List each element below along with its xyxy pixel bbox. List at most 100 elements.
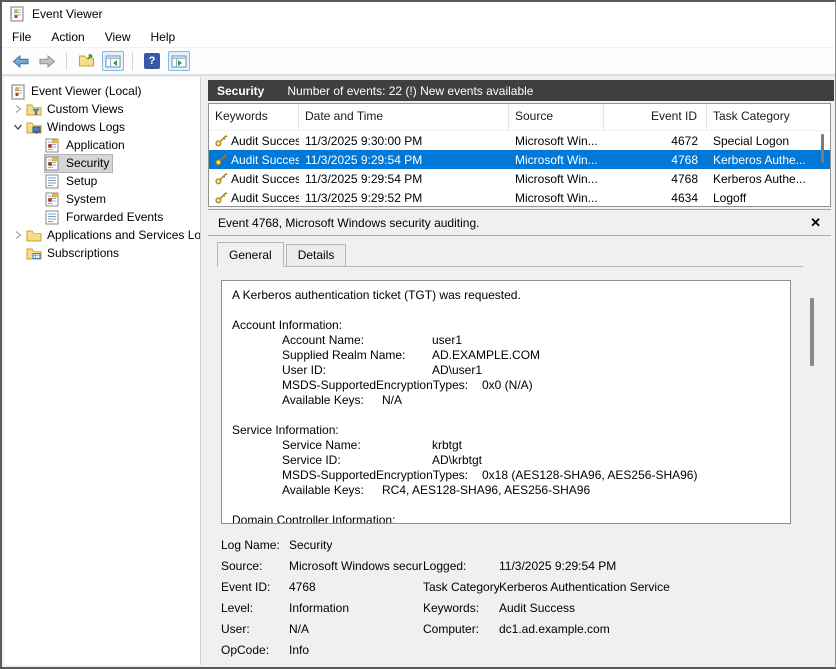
help-icon: ? [144, 53, 160, 69]
tree-item-custom-views[interactable]: Custom Views [4, 100, 200, 118]
detail-title: Event 4768, Microsoft Windows security a… [218, 216, 479, 230]
datetime-cell: 11/3/2025 9:29:52 PM [299, 191, 509, 205]
tree-item-setup[interactable]: Setup [4, 172, 200, 190]
selected-tree-item-highlight: Security [45, 155, 112, 172]
table-row[interactable]: Audit Success 11/3/2025 9:29:52 PM Micro… [209, 188, 830, 207]
open-saved-log-button[interactable] [75, 51, 97, 71]
menu-help[interactable]: Help [141, 30, 186, 44]
log-name-heading: Security [217, 84, 264, 98]
column-header-source[interactable]: Source [509, 104, 604, 130]
tree-splitter[interactable] [201, 77, 208, 665]
tree-item-label: Application [66, 138, 125, 152]
log-pane: Security Number of events: 22 (!) New ev… [208, 77, 834, 665]
custom-views-icon [26, 102, 43, 117]
log-icon [45, 156, 62, 171]
prop-label: Keywords: [423, 601, 499, 615]
prop-value: N/A [289, 622, 423, 636]
audit-success-key-icon [215, 134, 228, 147]
close-icon[interactable]: ✕ [810, 215, 821, 231]
source-cell: Microsoft Win... [509, 172, 604, 186]
main-area: Event Viewer (Local) Custom Views Window… [4, 77, 834, 665]
table-row[interactable]: Audit Success 11/3/2025 9:30:00 PM Micro… [209, 131, 830, 150]
subscriptions-icon [26, 246, 43, 261]
tree-item-label: Custom Views [47, 102, 123, 116]
event-description-text: A Kerberos authentication ticket (TGT) w… [222, 281, 790, 524]
tree-item-forwarded-events[interactable]: Forwarded Events [4, 208, 200, 226]
prop-label: Event ID: [221, 580, 289, 594]
console-tree: Event Viewer (Local) Custom Views Window… [4, 77, 201, 665]
task-category-cell: Kerberos Authe... [707, 172, 830, 186]
column-header-task-category[interactable]: Task Category [707, 104, 830, 130]
event-id-cell: 4634 [604, 191, 707, 205]
prop-value: Audit Success [499, 601, 819, 615]
tree-item-system[interactable]: System [4, 190, 200, 208]
event-properties: Log Name: Security Source: Microsoft Win… [221, 534, 819, 660]
table-row-selected[interactable]: Audit Success 11/3/2025 9:29:54 PM Micro… [209, 150, 830, 169]
column-header-keywords[interactable]: Keywords [209, 104, 299, 130]
menu-file[interactable]: File [2, 30, 41, 44]
log-header-bar: Security Number of events: 22 (!) New ev… [208, 80, 834, 101]
expander-collapsed-icon[interactable] [9, 104, 26, 114]
tree-item-label: Subscriptions [47, 246, 119, 260]
forward-button[interactable] [36, 51, 58, 71]
expander-collapsed-icon[interactable] [9, 230, 26, 240]
detail-header: Event 4768, Microsoft Windows security a… [208, 210, 831, 236]
keywords-cell: Audit Success [231, 134, 299, 148]
toggle-console-tree-button[interactable] [102, 51, 124, 71]
tree-item-application[interactable]: Application [4, 136, 200, 154]
toolbar-separator [66, 52, 67, 70]
source-cell: Microsoft Win... [509, 134, 604, 148]
tree-item-event-viewer-local[interactable]: Event Viewer (Local) [4, 82, 200, 100]
title-bar: Event Viewer [2, 2, 835, 26]
prop-value: Kerberos Authentication Service [499, 580, 819, 594]
tab-details[interactable]: Details [286, 244, 347, 266]
tree-item-label: Setup [66, 174, 97, 188]
back-arrow-icon [12, 55, 29, 68]
expander-expanded-icon[interactable] [9, 122, 26, 132]
column-header-date-time[interactable]: Date and Time [299, 104, 509, 130]
event-viewer-window: Event Viewer File Action View Help ? [0, 0, 836, 669]
menu-action[interactable]: Action [41, 30, 94, 44]
tree-item-label: Applications and Services Lo [47, 228, 201, 242]
event-viewer-node-icon [10, 84, 27, 99]
prop-label: Computer: [423, 622, 499, 636]
event-list-scrollbar[interactable] [821, 134, 824, 163]
event-detail-pane: Event 4768, Microsoft Windows security a… [208, 209, 831, 665]
tree-item-label: System [66, 192, 106, 206]
prop-label: User: [221, 622, 289, 636]
console-tree-icon [105, 54, 121, 69]
tree-item-label: Security [66, 156, 109, 170]
help-button[interactable]: ? [141, 51, 163, 71]
event-id-cell: 4672 [604, 134, 707, 148]
window-title: Event Viewer [32, 7, 102, 21]
task-category-cell: Special Logon [707, 134, 830, 148]
log-plain-icon [45, 210, 62, 225]
prop-value: Microsoft Windows security [289, 559, 423, 573]
menu-view[interactable]: View [95, 30, 141, 44]
table-row[interactable]: Audit Success 11/3/2025 9:29:54 PM Micro… [209, 169, 830, 188]
tree-item-security[interactable]: Security [4, 154, 200, 172]
log-plain-icon [45, 174, 62, 189]
prop-label: Task Category: [423, 580, 499, 594]
general-description-box: A Kerberos authentication ticket (TGT) w… [221, 280, 791, 524]
event-id-cell: 4768 [604, 153, 707, 167]
action-pane-icon [171, 54, 187, 69]
back-button[interactable] [9, 51, 31, 71]
toggle-action-pane-button[interactable] [168, 51, 190, 71]
prop-value: 11/3/2025 9:29:54 PM [499, 559, 819, 573]
tree-item-windows-logs[interactable]: Windows Logs [4, 118, 200, 136]
prop-value: Security [289, 538, 423, 552]
column-header-event-id[interactable]: Event ID [604, 104, 707, 130]
datetime-cell: 11/3/2025 9:30:00 PM [299, 134, 509, 148]
prop-label: Log Name: [221, 538, 289, 552]
tab-general[interactable]: General [217, 242, 284, 267]
tree-item-label: Windows Logs [47, 120, 125, 134]
detail-tabs: General Details [217, 244, 803, 267]
tree-item-subscriptions[interactable]: Subscriptions [4, 244, 200, 262]
tree-item-applications-services[interactable]: Applications and Services Lo [4, 226, 200, 244]
event-count-status: Number of events: 22 (!) New events avai… [287, 84, 533, 98]
tree-item-label: Event Viewer (Local) [31, 84, 142, 98]
prop-value: 4768 [289, 580, 423, 594]
tree-item-label: Forwarded Events [66, 210, 163, 224]
description-scrollbar[interactable] [810, 298, 814, 366]
